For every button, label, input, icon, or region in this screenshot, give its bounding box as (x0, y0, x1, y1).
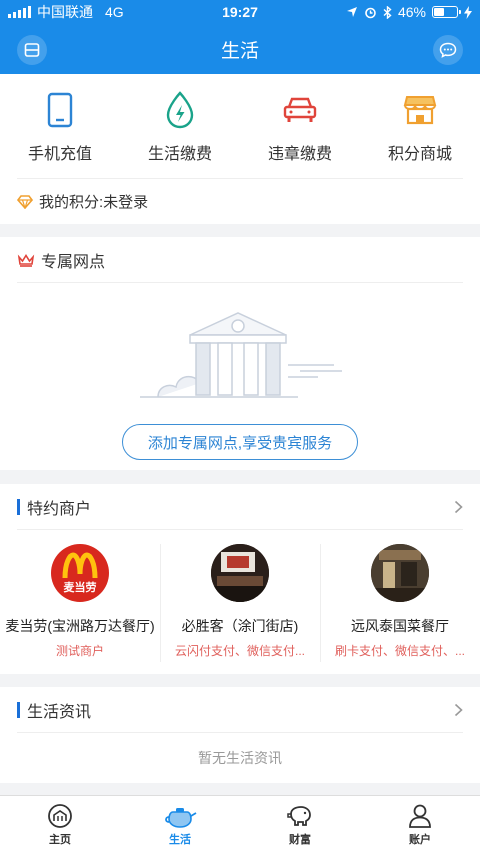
bank-building-illustration (140, 312, 342, 398)
shop-icon (403, 96, 437, 125)
tab-label: 生活 (169, 833, 191, 846)
phone-icon (47, 92, 73, 128)
app-header: 生活 (0, 24, 480, 74)
top-bar: 中国联通 4G 19:27 46% 生活 (0, 0, 480, 74)
tab-label: 主页 (49, 833, 71, 846)
merchant-payment-info: 测试商户 (55, 644, 104, 658)
network-label: 4G (105, 4, 124, 20)
tab-label: 财富 (289, 833, 311, 846)
diamond-icon (17, 194, 33, 209)
location-icon (346, 7, 357, 17)
bluetooth-icon (383, 5, 392, 19)
section-title: 专属网点 (41, 253, 106, 271)
tab-account[interactable]: 账户 (360, 796, 480, 853)
user-icon (409, 804, 431, 828)
merchant-card[interactable]: 远风泰国菜餐厅 刷卡支付、微信支付、... (320, 544, 480, 662)
service-phone-recharge[interactable]: 手机充值 (0, 74, 120, 178)
tab-wealth[interactable]: 财富 (240, 796, 360, 853)
quick-services: 手机充值 生活缴费 违章缴费 积分商城 我的积分:未登录 (0, 74, 480, 224)
merchants-header[interactable]: 特约商户 (17, 484, 463, 530)
merchant-card[interactable]: 必胜客（涂门街店) 云闪付支付、微信支付... (160, 544, 320, 662)
card-button[interactable] (17, 35, 47, 65)
battery-icon (432, 6, 461, 18)
teapot-icon (165, 807, 197, 828)
tab-label: 账户 (409, 833, 431, 846)
service-traffic-fine[interactable]: 违章缴费 (240, 74, 360, 178)
my-points-row[interactable]: 我的积分:未登录 (17, 178, 463, 224)
drop-bolt-icon (166, 91, 194, 129)
news-header[interactable]: 生活资讯 (17, 687, 463, 733)
add-exclusive-branch-button[interactable]: 添加专属网点,享受贵宾服务 (122, 424, 358, 460)
points-label: 我的积分:未登录 (39, 194, 149, 211)
merchant-name: 麦当劳(宝洲路万达餐厅) (5, 618, 155, 634)
empty-news-text: 暂无生活资讯 (198, 750, 282, 766)
signal-icon (8, 6, 31, 18)
chevron-right-icon (454, 703, 463, 716)
page-title: 生活 (220, 40, 259, 62)
tab-life[interactable]: 生活 (120, 796, 240, 853)
charging-icon (464, 5, 472, 19)
bottom-tab-bar: 主页 生活 财富 账户 (0, 795, 480, 853)
home-icon (48, 803, 72, 828)
card-icon (24, 43, 40, 57)
piggy-bank-icon (287, 805, 311, 826)
service-label: 手机充值 (27, 146, 92, 163)
status-bar: 中国联通 4G 19:27 46% (0, 0, 480, 24)
car-icon (283, 97, 317, 122)
section-title: 生活资讯 (17, 698, 91, 722)
alarm-icon (365, 7, 376, 18)
battery-percent: 46% (397, 4, 426, 20)
merchant-name: 必胜客（涂门街店) (181, 618, 299, 634)
svg-text:麦当劳: 麦当劳 (64, 580, 97, 594)
crown-icon (17, 253, 35, 267)
service-label: 积分商城 (387, 146, 452, 163)
merchant-payment-info: 云闪付支付、微信支付... (174, 644, 305, 658)
merchant-photo (211, 544, 269, 602)
exclusive-branch-section: 专属网点 添加专属网点,享受贵宾服务 (0, 237, 480, 470)
merchant-card[interactable]: 麦当劳 麦当劳(宝洲路万达餐厅) 测试商户 (0, 544, 160, 662)
service-label: 生活缴费 (147, 146, 212, 163)
section-title: 特约商户 (17, 495, 91, 519)
tab-home[interactable]: 主页 (0, 796, 120, 853)
service-label: 违章缴费 (267, 146, 332, 163)
message-button[interactable] (433, 35, 463, 65)
chevron-right-icon (454, 500, 463, 513)
merchant-payment-info: 刷卡支付、微信支付、... (334, 644, 465, 658)
merchant-photo (371, 544, 429, 602)
service-points-mall[interactable]: 积分商城 (360, 74, 480, 178)
carrier-label: 中国联通 (37, 4, 93, 20)
service-utility-payment[interactable]: 生活缴费 (120, 74, 240, 178)
life-news-section: 生活资讯 暂无生活资讯 (0, 687, 480, 783)
mcdonalds-logo: 麦当劳 (51, 544, 109, 602)
merchant-name: 远风泰国菜餐厅 (351, 618, 449, 634)
chat-icon (439, 42, 457, 58)
special-merchants-section: 特约商户 麦当劳 麦当劳(宝洲路万达餐厅) 测试商户 必胜客（涂门街店) 云闪付… (0, 484, 480, 674)
